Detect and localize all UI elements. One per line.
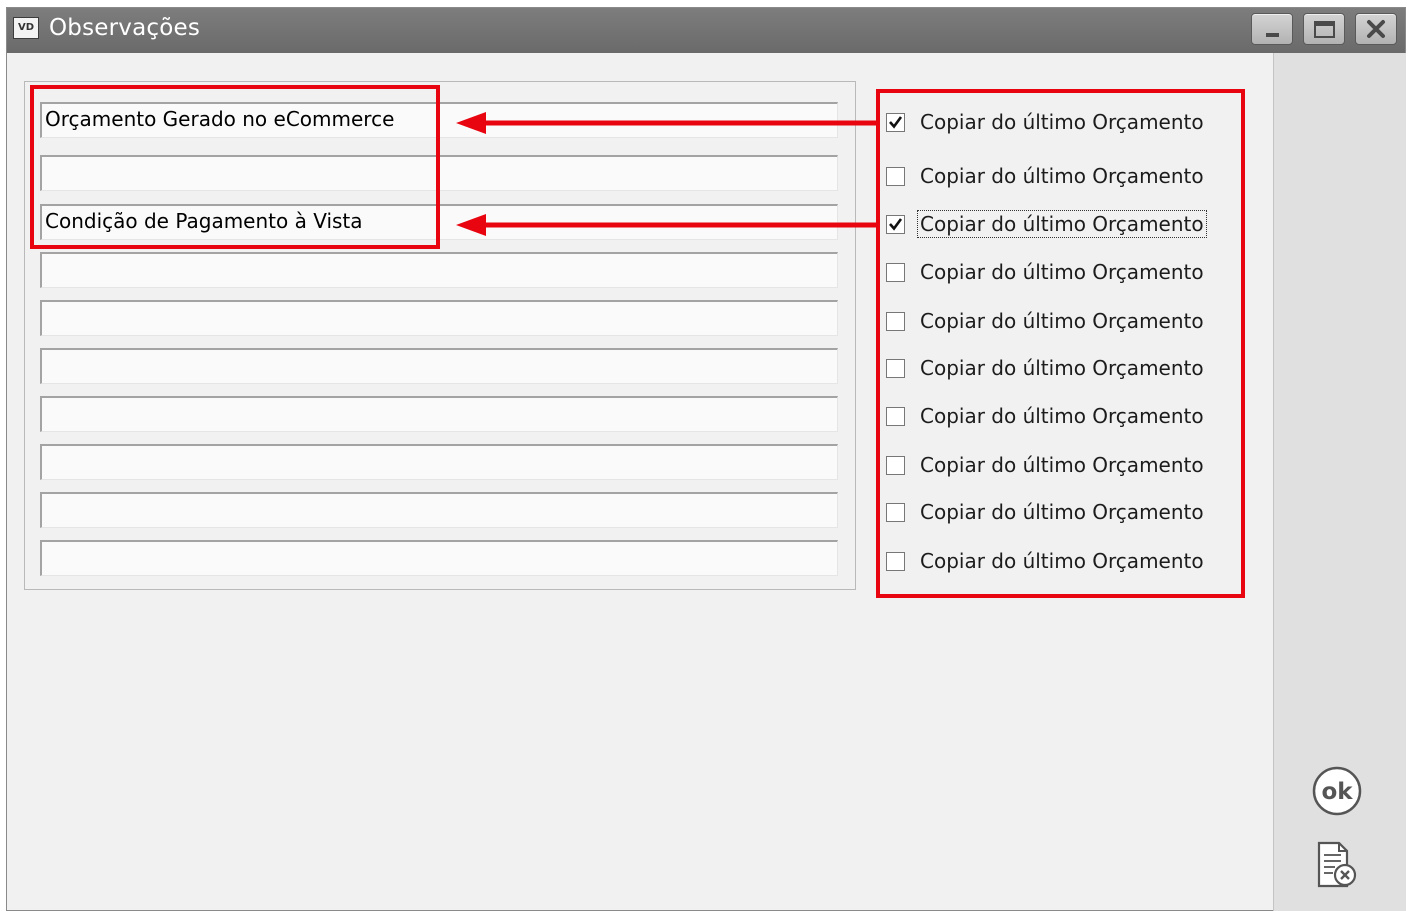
maximize-button[interactable] xyxy=(1303,13,1345,45)
title-bar[interactable]: VD Observações xyxy=(7,8,1405,53)
action-panel: ok xyxy=(1273,53,1406,911)
checkbox-label[interactable]: Copiar do último Orçamento xyxy=(919,453,1205,477)
copy-last-quote-checkbox-5[interactable]: Copiar do último Orçamento xyxy=(886,308,1205,334)
copy-last-quote-checkbox-2[interactable]: Copiar do último Orçamento xyxy=(886,163,1205,189)
observation-field-5[interactable] xyxy=(40,300,838,336)
copy-last-quote-checkbox-3[interactable]: Copiar do último Orçamento xyxy=(886,210,1207,238)
close-icon xyxy=(1367,20,1385,38)
copy-last-quote-checkbox-4[interactable]: Copiar do último Orçamento xyxy=(886,259,1205,285)
checkbox-label[interactable]: Copiar do último Orçamento xyxy=(919,549,1205,573)
checkbox-unchecked-icon[interactable] xyxy=(886,311,905,331)
window-title: Observações xyxy=(49,15,201,41)
observation-field-4[interactable] xyxy=(40,252,838,288)
checkbox-unchecked-icon[interactable] xyxy=(886,502,905,522)
ok-text: ok xyxy=(1321,779,1353,805)
close-button[interactable] xyxy=(1355,13,1397,45)
copy-last-quote-checkbox-6[interactable]: Copiar do último Orçamento xyxy=(886,355,1205,381)
checkbox-checked-icon[interactable] xyxy=(886,112,905,132)
checkbox-label[interactable]: Copiar do último Orçamento xyxy=(917,210,1207,238)
checkbox-unchecked-icon[interactable] xyxy=(886,358,905,378)
checkbox-label[interactable]: Copiar do último Orçamento xyxy=(919,404,1205,428)
copy-last-quote-checkbox-7[interactable]: Copiar do último Orçamento xyxy=(886,403,1205,429)
checkbox-label[interactable]: Copiar do último Orçamento xyxy=(919,260,1205,284)
observation-field-1[interactable]: Orçamento Gerado no eCommerce xyxy=(40,102,838,138)
checkbox-label[interactable]: Copiar do último Orçamento xyxy=(919,500,1205,524)
checkbox-unchecked-icon[interactable] xyxy=(886,262,905,282)
checkbox-unchecked-icon[interactable] xyxy=(886,551,905,571)
observation-field-3[interactable]: Condição de Pagamento à Vista xyxy=(40,204,838,240)
copy-last-quote-checkbox-1[interactable]: Copiar do último Orçamento xyxy=(886,109,1205,135)
app-icon: VD xyxy=(13,17,39,39)
ok-icon[interactable]: ok xyxy=(1311,765,1363,817)
checkbox-label[interactable]: Copiar do último Orçamento xyxy=(919,309,1205,333)
observation-field-2[interactable] xyxy=(40,155,838,191)
checkbox-unchecked-icon[interactable] xyxy=(886,406,905,426)
maximize-icon xyxy=(1314,21,1335,38)
checkbox-label[interactable]: Copiar do último Orçamento xyxy=(919,356,1205,380)
checkbox-unchecked-icon[interactable] xyxy=(886,455,905,475)
checkbox-label[interactable]: Copiar do último Orçamento xyxy=(919,110,1205,134)
checkbox-label[interactable]: Copiar do último Orçamento xyxy=(919,164,1205,188)
observation-field-7[interactable] xyxy=(40,396,838,432)
minimize-button[interactable] xyxy=(1251,13,1293,45)
copy-last-quote-checkbox-9[interactable]: Copiar do último Orçamento xyxy=(886,499,1205,525)
document-cancel-icon[interactable] xyxy=(1313,840,1361,892)
observation-field-9[interactable] xyxy=(40,492,838,528)
copy-last-quote-checkbox-8[interactable]: Copiar do último Orçamento xyxy=(886,452,1205,478)
observation-field-6[interactable] xyxy=(40,348,838,384)
checkbox-checked-icon[interactable] xyxy=(886,214,905,234)
minimize-icon xyxy=(1266,33,1279,37)
copy-last-quote-checkbox-10[interactable]: Copiar do último Orçamento xyxy=(886,548,1205,574)
observation-field-8[interactable] xyxy=(40,444,838,480)
observation-field-10[interactable] xyxy=(40,540,838,576)
checkbox-unchecked-icon[interactable] xyxy=(886,166,905,186)
